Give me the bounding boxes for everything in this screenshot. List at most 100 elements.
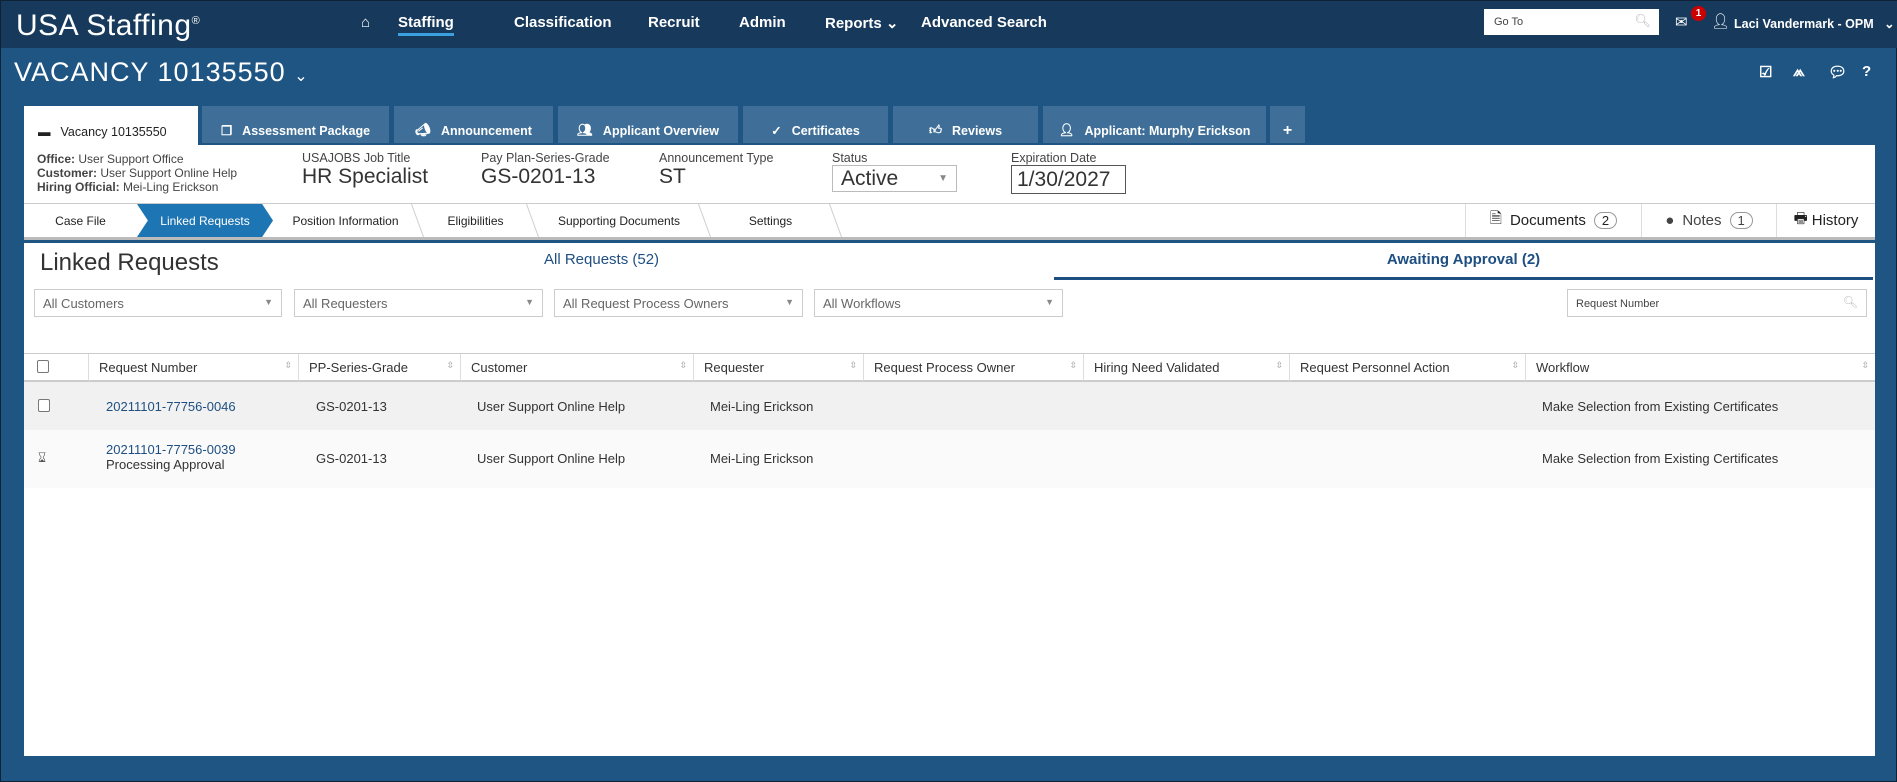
add-tab-button[interactable]: + xyxy=(1270,106,1305,143)
select-all-checkbox[interactable] xyxy=(37,360,49,373)
office-label: Office: xyxy=(37,152,76,166)
search-icon[interactable]: 🔍︎ xyxy=(1843,295,1858,309)
workflow-cell: Make Selection from Existing Certificate… xyxy=(1542,399,1779,414)
workflow-filter[interactable]: All Workflows ▼ xyxy=(814,289,1063,317)
customer-filter[interactable]: All Customers ▼ xyxy=(34,289,282,317)
user-icon: 👤︎ xyxy=(1711,13,1731,30)
column-header-request-process-owner[interactable]: Request Process Owner ⇳ xyxy=(864,354,1084,381)
caret-down-icon: ▼ xyxy=(785,297,794,307)
filter-value: All Workflows xyxy=(823,296,901,311)
job-title-value: HR Specialist xyxy=(302,165,429,188)
announcement-type-value: ST xyxy=(659,165,686,188)
goto-placeholder: Go To xyxy=(1494,16,1524,28)
tab-vacancy[interactable]: ▬ Vacancy 10135550 xyxy=(24,106,198,146)
requester-cell: Mei-Ling Erickson xyxy=(710,451,814,466)
nav-reports[interactable]: Reports ⌄ xyxy=(825,14,898,32)
hiring-official-info: Hiring Official: Mei-Ling Erickson xyxy=(37,180,237,194)
filter-value: All Requesters xyxy=(303,296,388,311)
step-supporting-documents[interactable]: Supporting Documents xyxy=(533,204,705,237)
expiration-date-input[interactable]: 1/30/2027 xyxy=(1011,165,1126,194)
tab-label: Applicant Overview xyxy=(602,123,719,138)
request-number-search[interactable]: Request Number 🔍︎ xyxy=(1567,289,1867,317)
nav-classification[interactable]: Classification xyxy=(514,14,612,31)
tab-all-requests[interactable]: All Requests (52) xyxy=(544,251,659,268)
step-linked-requests[interactable]: Linked Requests xyxy=(137,204,273,237)
column-header-pp-series-grade[interactable]: PP-Series-Grade ⇳ xyxy=(299,354,461,381)
requester-filter[interactable]: All Requesters ▼ xyxy=(294,289,543,317)
ppsg-label: Pay Plan-Series-Grade xyxy=(481,151,610,165)
column-header-request-number[interactable]: Request Number ⇳ xyxy=(89,354,299,381)
mail-icon[interactable]: ✉ xyxy=(1675,13,1688,31)
help-icon[interactable]: ? xyxy=(1862,63,1871,80)
search-icon[interactable]: 🔍︎ xyxy=(1634,13,1651,29)
column-label: PP-Series-Grade xyxy=(309,360,408,375)
notes-button[interactable]: ● Notes 1 xyxy=(1641,204,1776,237)
nav-advanced-search[interactable]: Advanced Search xyxy=(921,14,1047,31)
customer-label: Customer: xyxy=(37,166,98,180)
tab-awaiting-approval[interactable]: Awaiting Approval (2) xyxy=(1054,249,1873,280)
document-icon: 🗎 xyxy=(1489,210,1502,227)
home-icon[interactable]: ⌂ xyxy=(361,14,370,31)
announcement-type-label: Announcement Type xyxy=(659,151,774,165)
step-settings[interactable]: Settings xyxy=(705,204,836,237)
ppsg-cell: GS-0201-13 xyxy=(316,451,387,466)
tab-reviews[interactable]: 👍︎ Reviews xyxy=(893,106,1038,143)
ppsg-value: GS-0201-13 xyxy=(481,165,596,188)
usa-staffing-logo[interactable]: USA Staffing® xyxy=(16,9,200,43)
tab-label: Applicant: Murphy Erickson xyxy=(1084,123,1251,138)
nav-reports-label: Reports xyxy=(825,15,882,32)
nav-recruit[interactable]: Recruit xyxy=(648,14,700,31)
column-header-customer[interactable]: Customer ⇳ xyxy=(461,354,694,381)
nav-admin[interactable]: Admin xyxy=(739,14,786,31)
search-placeholder: Request Number xyxy=(1576,298,1660,310)
column-label: Request Number xyxy=(99,360,198,375)
sort-icon: ⇳ xyxy=(1275,360,1283,370)
sort-icon: ⇳ xyxy=(1861,360,1869,370)
documents-button[interactable]: 🗎 Documents 2 xyxy=(1465,204,1641,237)
status-select[interactable]: Active ▼ xyxy=(832,165,957,192)
job-title-label: USAJOBS Job Title xyxy=(302,151,411,165)
tab-announcement[interactable]: 📣︎ Announcement xyxy=(394,106,553,143)
vacancy-title[interactable]: VACANCY 10135550 ⌄ xyxy=(14,57,309,88)
comment-icon: ● xyxy=(1665,212,1675,229)
table-row[interactable]: ⌛︎ 20211101-77756-0039 Processing Approva… xyxy=(24,430,1875,488)
step-eligibilities[interactable]: Eligibilities xyxy=(418,204,533,237)
step-case-file[interactable]: Case File xyxy=(24,204,137,237)
column-header-request-personnel-action[interactable]: Request Personnel Action ⇳ xyxy=(1290,354,1526,381)
chevron-down-icon: ⌄ xyxy=(294,68,309,85)
vacancy-title-text: VACANCY 10135550 xyxy=(14,57,286,87)
history-button[interactable]: 🖶 History xyxy=(1776,204,1875,237)
customer-cell: User Support Online Help xyxy=(477,451,626,466)
notes-count: 1 xyxy=(1729,212,1753,229)
logo-text: USA Staffing xyxy=(16,9,192,42)
process-owner-filter[interactable]: All Request Process Owners ▼ xyxy=(554,289,803,317)
checklist-icon[interactable]: ☑ xyxy=(1759,63,1772,81)
nav-staffing[interactable]: Staffing xyxy=(398,14,454,36)
requester-cell: Mei-Ling Erickson xyxy=(710,399,814,414)
row-checkbox[interactable] xyxy=(38,399,50,412)
customer-value: User Support Online Help xyxy=(100,166,238,180)
chevron-down-icon: ⌄ xyxy=(1884,17,1895,31)
table-row[interactable]: 20211101-77756-0046 GS-0201-13 User Supp… xyxy=(24,382,1875,430)
request-number-link[interactable]: 20211101-77756-0046 xyxy=(106,399,236,414)
goto-input[interactable]: Go To 🔍︎ xyxy=(1484,9,1659,35)
linked-requests-panel: Linked Requests All Requests (52) Awaiti… xyxy=(24,243,1875,756)
tab-assessment-package[interactable]: ❐ Assessment Package xyxy=(202,106,389,143)
history-label: History xyxy=(1811,212,1859,229)
workflow-cell: Make Selection from Existing Certificate… xyxy=(1542,451,1779,466)
step-navigation: Case File Linked Requests Position Infor… xyxy=(24,204,1875,240)
tab-label: Assessment Package xyxy=(242,123,371,138)
column-header-workflow[interactable]: Workflow ⇳ xyxy=(1526,354,1875,381)
column-header-hiring-need-validated[interactable]: Hiring Need Validated ⇳ xyxy=(1084,354,1290,381)
user-menu[interactable]: Laci Vandermark - OPM ⌄ xyxy=(1734,16,1895,31)
hiring-label: Hiring Official: xyxy=(37,180,120,194)
tab-applicant[interactable]: 👤︎ Applicant: Murphy Erickson xyxy=(1043,106,1266,143)
tab-applicant-overview[interactable]: 👥︎ Applicant Overview xyxy=(558,106,738,143)
dashboard-icon[interactable]: ⩕ xyxy=(1793,63,1805,80)
chat-icon[interactable]: 💬︎ xyxy=(1828,63,1847,81)
filter-value: All Request Process Owners xyxy=(563,296,729,311)
request-number-link[interactable]: 20211101-77756-0039 xyxy=(106,442,236,457)
step-position-information[interactable]: Position Information xyxy=(273,204,418,237)
column-header-requester[interactable]: Requester ⇳ xyxy=(694,354,864,381)
tab-certificates[interactable]: ✓ Certificates xyxy=(743,106,888,143)
